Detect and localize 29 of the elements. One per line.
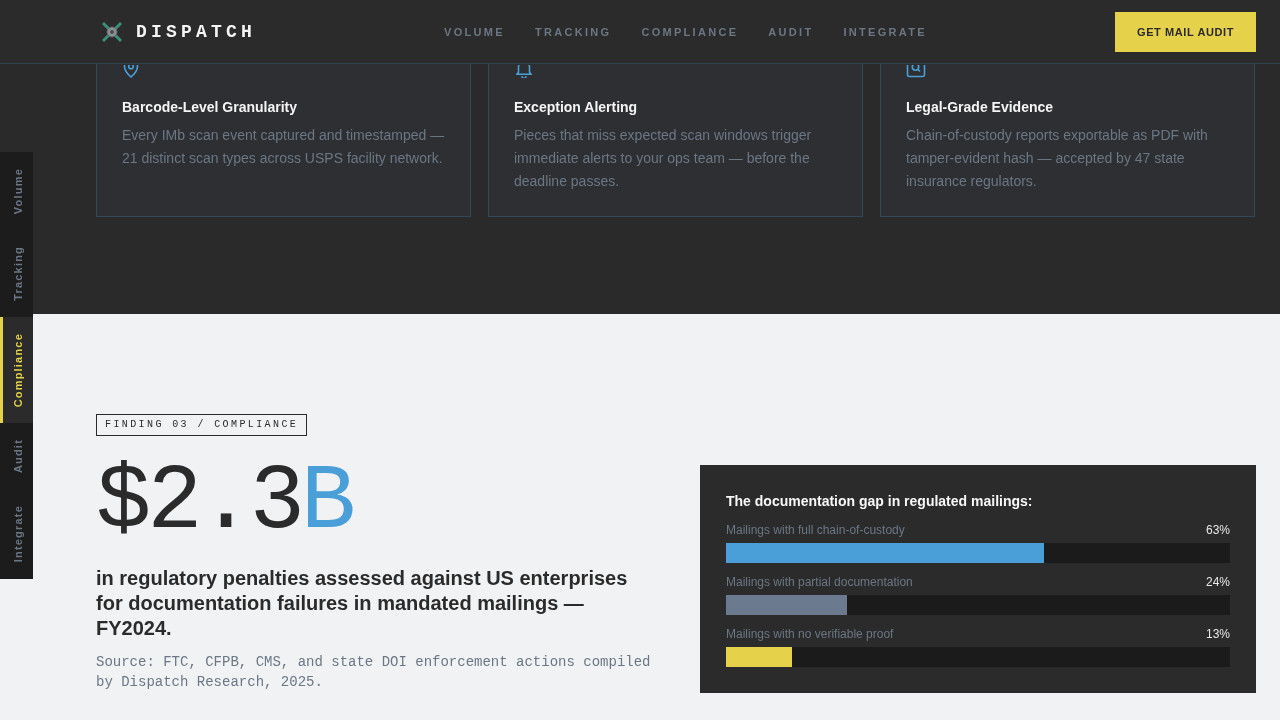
get-audit-button[interactable]: GET MAIL AUDIT (1115, 11, 1256, 52)
feature-description: Every IMb scan event captured and timestamped — 21 distinct scan types across USPS facility network. (122, 126, 445, 168)
feature-description: Chain-of-custody reports exportable as PDF with tamper-evident hash — accepted by 47 state insurance regulators. (906, 126, 1209, 191)
logo-icon[interactable] (100, 19, 124, 44)
document-search-icon (906, 65, 926, 78)
bar-label: Mailings with partial documentation (726, 574, 913, 590)
feature-title: Exception Alerting (514, 98, 639, 117)
pin-icon (122, 65, 140, 78)
finding-label: FINDING 03 / COMPLIANCE (96, 413, 308, 436)
feature-description: Pieces that miss expected scan windows trigger immediate alerts to your ops team — before the deadline passes. (514, 126, 813, 191)
bar-value: 63% (1205, 522, 1230, 538)
nav-link[interactable]: TRACKING (534, 25, 612, 38)
bar-value: 24% (1205, 574, 1230, 590)
nav-link[interactable]: VOLUME (444, 25, 505, 38)
feature-title: Legal-Grade Evidence (906, 98, 1055, 117)
nav-link[interactable]: AUDIT (768, 25, 814, 38)
brand-name[interactable]: DISPATCH (136, 21, 256, 42)
penalty-figure: $2.3B (96, 456, 354, 549)
nav-link[interactable]: INTEGRATE (843, 25, 927, 38)
bell-icon (514, 65, 534, 78)
nav-link[interactable]: COMPLIANCE (641, 25, 739, 38)
feature-title: Barcode-Level Granularity (122, 98, 299, 117)
bar-value: 13% (1205, 626, 1230, 642)
finding-headline: in regulatory penalties assessed against US enterprises for documentation failures in mandated mailings — FY2024. (96, 565, 629, 641)
side-nav-item[interactable]: Compliance (0, 316, 33, 424)
panel-title: The documentation gap in regulated mailings: (726, 492, 1034, 511)
bar-label: Mailings with full chain-of-custody (726, 522, 905, 538)
bar-label: Mailings with no verifiable proof (726, 626, 894, 642)
source-note: Source: FTC, CFPB, CMS, and state DOI enforcement actions compiled by Dispatch Research, 2025. (96, 653, 652, 692)
